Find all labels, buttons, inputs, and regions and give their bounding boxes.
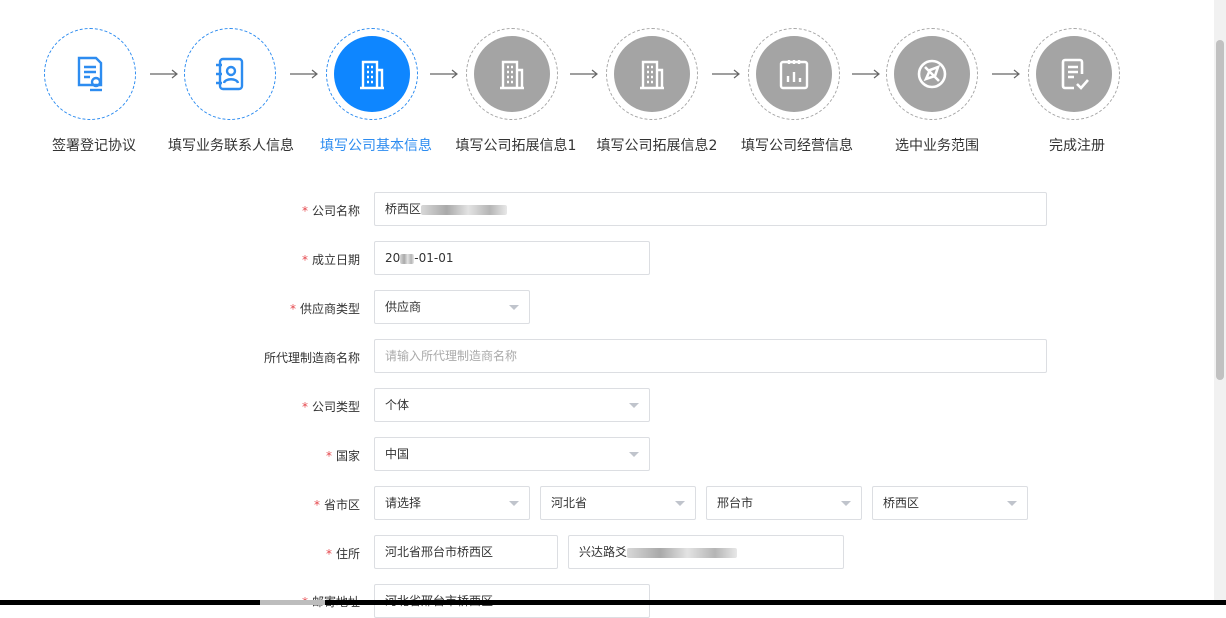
company-name-input[interactable]: 桥西区 — [374, 192, 1047, 226]
chevron-down-icon — [841, 501, 851, 506]
building-icon — [360, 60, 384, 90]
chevron-down-icon — [509, 501, 519, 506]
address-region-input[interactable]: 河北省邢台市桥西区 — [374, 535, 558, 569]
agent-manufacturer-input[interactable]: 请输入所代理制造商名称 — [374, 339, 1047, 373]
required-mark: * — [301, 253, 308, 267]
step-4[interactable] — [466, 28, 558, 120]
horizontal-scrollbar-thumb[interactable] — [260, 600, 325, 605]
found-date-label: * 成立日期 — [301, 253, 360, 267]
arrow-icon — [570, 69, 598, 79]
vertical-scrollbar[interactable] — [1214, 0, 1226, 605]
step-6[interactable] — [748, 28, 840, 120]
chevron-down-icon — [629, 452, 639, 457]
step-8[interactable] — [1028, 28, 1120, 120]
district-select[interactable]: 桥西区 — [872, 486, 1028, 520]
company-name-label: * 公司名称 — [301, 204, 360, 218]
arrow-icon — [992, 69, 1020, 79]
building-icon — [500, 60, 524, 90]
required-mark: * — [289, 302, 296, 316]
arrow-icon — [712, 69, 740, 79]
arrow-icon — [852, 69, 880, 79]
required-mark: * — [301, 400, 308, 414]
step-7-label[interactable]: 选中业务范围 — [862, 135, 1012, 155]
supplier-type-select[interactable]: 供应商 — [374, 290, 530, 324]
country-select[interactable]: 中国 — [374, 437, 650, 471]
step-1-label[interactable]: 签署登记协议 — [19, 135, 169, 155]
step-1[interactable] — [44, 28, 136, 120]
arrow-icon — [290, 69, 318, 79]
chart-icon — [779, 60, 809, 90]
step-5[interactable] — [606, 28, 698, 120]
address-label: * 住所 — [325, 547, 360, 561]
chevron-down-icon — [1007, 501, 1017, 506]
step-3[interactable] — [326, 28, 418, 120]
address-detail-input[interactable]: 兴达路爻 — [568, 535, 844, 569]
chevron-down-icon — [629, 403, 639, 408]
redacted-text — [627, 547, 738, 558]
required-mark: * — [325, 449, 332, 463]
country-label: * 国家 — [325, 449, 360, 463]
company-type-select[interactable]: 个体 — [374, 388, 650, 422]
arrow-icon — [150, 69, 178, 79]
compass-icon — [917, 59, 947, 89]
arrow-icon — [430, 69, 458, 79]
redacted-text — [421, 204, 508, 215]
agent-manufacturer-label: 所代理制造商名称 — [263, 351, 360, 365]
found-date-input[interactable]: 20 -01-01 — [374, 241, 650, 275]
region-label: * 省市区 — [313, 498, 360, 512]
step-2[interactable] — [184, 28, 276, 120]
chevron-down-icon — [675, 501, 685, 506]
chevron-down-icon — [509, 305, 519, 310]
required-mark: * — [325, 547, 332, 561]
step-7[interactable] — [886, 28, 978, 120]
contact-book-icon — [216, 57, 244, 91]
required-mark: * — [301, 204, 308, 218]
step-5-label[interactable]: 填写公司拓展信息2 — [582, 135, 732, 155]
company-type-label: * 公司类型 — [301, 400, 360, 414]
step-2-label[interactable]: 填写业务联系人信息 — [156, 135, 306, 155]
province-select[interactable]: 河北省 — [540, 486, 696, 520]
step-6-label[interactable]: 填写公司经营信息 — [722, 135, 872, 155]
contract-icon — [77, 56, 103, 92]
redacted-text — [400, 253, 415, 264]
checklist-icon — [1061, 58, 1089, 90]
horizontal-scrollbar[interactable] — [0, 600, 1226, 605]
step-8-label[interactable]: 完成注册 — [1002, 135, 1152, 155]
region-select-1[interactable]: 请选择 — [374, 486, 530, 520]
step-4-label[interactable]: 填写公司拓展信息1 — [441, 135, 591, 155]
scrollbar-thumb[interactable] — [1216, 40, 1224, 380]
supplier-type-label: * 供应商类型 — [289, 302, 360, 316]
building-icon — [640, 60, 664, 90]
city-select[interactable]: 邢台市 — [706, 486, 862, 520]
step-3-label[interactable]: 填写公司基本信息 — [301, 135, 451, 155]
required-mark: * — [313, 498, 320, 512]
